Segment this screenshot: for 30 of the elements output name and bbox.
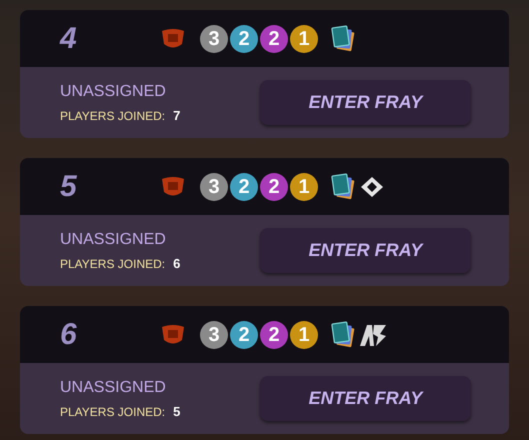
mana-badge: 2 xyxy=(230,172,258,200)
players-count: 5 xyxy=(173,402,180,421)
mana-badge: 1 xyxy=(290,24,318,52)
enter-fray-button[interactable]: ENTER FRAY xyxy=(260,376,471,421)
fray-number: 5 xyxy=(59,169,78,205)
players-label: PLAYERS JOINED: xyxy=(60,404,166,420)
mana-badge: 2 xyxy=(230,320,258,348)
mana-badge: 3 xyxy=(200,172,228,200)
players-count: 6 xyxy=(173,254,180,273)
players-label: PLAYERS JOINED: xyxy=(60,108,166,124)
fray-number: 6 xyxy=(59,317,78,353)
status-text: UNASSIGNED xyxy=(60,82,167,102)
fray-number: 4 xyxy=(58,21,78,57)
enter-fray-button[interactable]: ENTER FRAY xyxy=(260,80,471,125)
mana-badge: 3 xyxy=(200,320,228,348)
mana-badge: 3 xyxy=(200,24,228,52)
cards-icon xyxy=(330,320,356,348)
players-count: 7 xyxy=(173,106,180,125)
cards-icon xyxy=(330,24,356,52)
mana-badge: 1 xyxy=(290,172,318,200)
enter-fray-button[interactable]: ENTER FRAY xyxy=(260,228,471,273)
cards-icon xyxy=(330,172,356,200)
mana-badge: 2 xyxy=(230,24,258,52)
mana-badge: 2 xyxy=(260,24,288,52)
mana-badge: 2 xyxy=(260,172,288,200)
status-text: UNASSIGNED xyxy=(60,378,167,398)
status-text: UNASSIGNED xyxy=(60,230,167,250)
players-label: PLAYERS JOINED: xyxy=(60,256,166,272)
mana-badge: 2 xyxy=(260,320,288,348)
mana-badge: 1 xyxy=(290,320,318,348)
